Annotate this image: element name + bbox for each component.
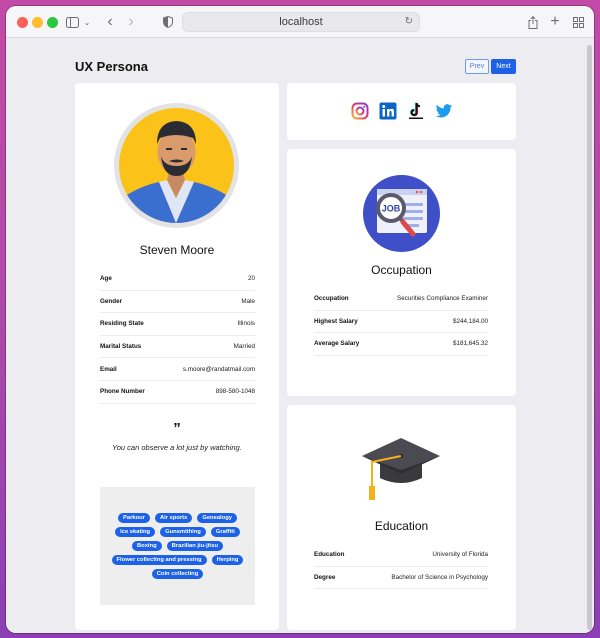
detail-value: s.moore@randatmail.com bbox=[182, 365, 255, 373]
interest-tag: Air sports bbox=[154, 513, 193, 523]
instagram-icon[interactable] bbox=[351, 102, 369, 120]
share-icon[interactable] bbox=[526, 12, 540, 32]
quote-icon: ” bbox=[173, 420, 181, 437]
detail-row: Marital Status Married bbox=[100, 336, 255, 359]
detail-label: Email bbox=[100, 365, 117, 373]
interest-tag: Herping bbox=[211, 555, 244, 565]
detail-row: Highest Salary $244,184.00 bbox=[314, 311, 488, 334]
persona-details: Age 20 Gender Male Residing State Illinois … bbox=[100, 268, 255, 404]
persona-name: Steven Moore bbox=[139, 243, 215, 257]
education-card: Education Education University of Florida… bbox=[287, 405, 516, 630]
detail-row: Average Salary $181,645.32 bbox=[314, 333, 488, 356]
detail-row: Email s.moore@randatmail.com bbox=[100, 358, 255, 381]
tiktok-icon[interactable] bbox=[407, 102, 425, 120]
detail-label: Phone Number bbox=[100, 388, 145, 396]
detail-value: 898-580-1048 bbox=[215, 388, 255, 396]
back-button[interactable]: ‹ bbox=[103, 12, 117, 32]
social-links bbox=[287, 102, 516, 120]
detail-value: Securities Compliance Examiner bbox=[397, 295, 488, 303]
interest-tag: Gunsmithing bbox=[160, 527, 206, 537]
page-title: UX Persona bbox=[75, 59, 148, 74]
occupation-details: Occupation Securities Compliance Examiner… bbox=[314, 288, 488, 356]
detail-value: Bachelor of Science in Psychology bbox=[391, 573, 488, 581]
detail-label: Marital Status bbox=[100, 343, 142, 351]
forward-button[interactable]: › bbox=[124, 12, 138, 32]
job-search-illustration: JOB bbox=[363, 175, 440, 252]
detail-label: Occupation bbox=[314, 295, 349, 303]
detail-label: Highest Salary bbox=[314, 317, 358, 325]
interest-tag: Boxing bbox=[131, 541, 162, 551]
detail-value: Male bbox=[241, 297, 255, 305]
detail-value: University of Florida bbox=[432, 551, 488, 559]
interest-tag: Ice skating bbox=[115, 527, 156, 537]
detail-label: Residing State bbox=[100, 320, 144, 328]
browser-toolbar: ⌄ ‹ › localhost ↻ + bbox=[6, 6, 594, 38]
interest-tag: Graffiti bbox=[210, 527, 240, 537]
detail-row: Occupation Securities Compliance Examiner bbox=[314, 288, 488, 311]
address-bar[interactable]: localhost ↻ bbox=[182, 12, 420, 32]
persona-card: Steven Moore Age 20 Gender Male Residing S… bbox=[75, 83, 279, 630]
tab-overview-icon[interactable] bbox=[571, 12, 585, 32]
sidebar-icon[interactable] bbox=[64, 12, 80, 32]
interest-tag: Coin collecting bbox=[151, 569, 204, 579]
interest-tag: Flower collecting and pressing bbox=[111, 555, 207, 565]
scrollbar[interactable] bbox=[587, 45, 592, 630]
linkedin-icon[interactable] bbox=[379, 102, 397, 120]
persona-quote: You can observe a lot just by watching. bbox=[112, 443, 242, 452]
page-content: UX Persona Prev Next Steven Moore Age 20… bbox=[6, 39, 594, 633]
detail-row: Gender Male bbox=[100, 291, 255, 314]
education-title: Education bbox=[374, 519, 429, 533]
detail-row: Phone Number 898-580-1048 bbox=[100, 381, 255, 404]
occupation-title: Occupation bbox=[371, 263, 432, 277]
detail-row: Age 20 bbox=[100, 268, 255, 291]
detail-value: 20 bbox=[247, 275, 255, 283]
detail-label: Education bbox=[314, 551, 345, 559]
interests-panel: Parkour Air sports Genealogy Ice skating… bbox=[100, 487, 255, 605]
detail-label: Average Salary bbox=[314, 340, 360, 348]
zoom-window-button[interactable] bbox=[47, 17, 58, 28]
detail-label: Degree bbox=[314, 573, 336, 581]
detail-row: Residing State Illinois bbox=[100, 313, 255, 336]
interest-tag: Brazilian jiu-jitsu bbox=[166, 541, 224, 551]
detail-value: Illinois bbox=[237, 320, 256, 328]
detail-value: $244,184.00 bbox=[452, 317, 488, 325]
education-details: Education University of Florida Degree Bac… bbox=[314, 544, 488, 590]
close-window-button[interactable] bbox=[17, 17, 28, 28]
social-card bbox=[287, 83, 516, 140]
detail-value: $181,645.32 bbox=[452, 340, 488, 348]
interest-tag: Parkour bbox=[118, 513, 150, 523]
job-label: JOB bbox=[382, 204, 401, 214]
next-button[interactable]: Next bbox=[491, 59, 516, 74]
interest-tag: Genealogy bbox=[197, 513, 237, 523]
detail-label: Gender bbox=[100, 297, 123, 305]
reload-icon[interactable]: ↻ bbox=[405, 13, 413, 31]
avatar bbox=[114, 103, 239, 228]
twitter-icon[interactable] bbox=[435, 102, 453, 120]
address-text: localhost bbox=[279, 16, 323, 28]
chevron-down-icon[interactable]: ⌄ bbox=[82, 12, 92, 32]
detail-row: Degree Bachelor of Science in Psychology bbox=[314, 567, 488, 590]
minimize-window-button[interactable] bbox=[32, 17, 43, 28]
new-tab-icon[interactable]: + bbox=[548, 12, 562, 32]
privacy-shield-icon[interactable] bbox=[161, 12, 175, 32]
occupation-card: JOB Occupation Occupation Securities Comp… bbox=[287, 149, 516, 396]
detail-value: Married bbox=[233, 343, 255, 351]
avatar-illustration bbox=[119, 108, 234, 223]
detail-row: Education University of Florida bbox=[314, 544, 488, 567]
graduation-cap-icon bbox=[362, 438, 440, 500]
browser-window: ⌄ ‹ › localhost ↻ + UX Persona Prev Next bbox=[6, 6, 594, 633]
detail-label: Age bbox=[100, 275, 112, 283]
prev-button[interactable]: Prev bbox=[465, 59, 489, 74]
